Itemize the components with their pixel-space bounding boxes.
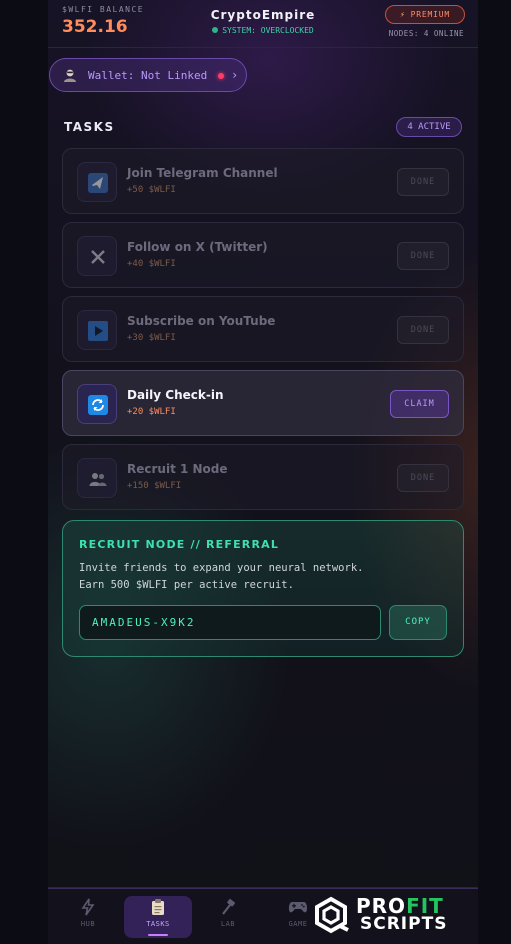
- nodes-status: NODES: 4 ONLINE: [388, 29, 464, 38]
- nav-item-lab[interactable]: LAB: [194, 896, 262, 938]
- premium-label: PREMIUM: [410, 10, 450, 19]
- bolt-icon: [54, 896, 122, 918]
- premium-badge[interactable]: ⚡ PREMIUM: [385, 5, 465, 24]
- task-card-recruit: Recruit 1 Node +150 $WLFI DONE: [62, 444, 464, 510]
- not-linked-dot-icon: [218, 73, 224, 79]
- nav-label: HUB: [80, 920, 96, 928]
- task-reward: +20 $WLFI: [127, 407, 176, 417]
- wallet-label: Wallet: Not Linked: [88, 69, 208, 82]
- tasks-title: TASKS: [64, 120, 115, 134]
- system-status-text: SYSTEM: OVERCLOCKED: [222, 26, 314, 35]
- task-done-button[interactable]: DONE: [397, 168, 449, 196]
- task-done-button[interactable]: DONE: [397, 316, 449, 344]
- task-name: Subscribe on YouTube: [127, 314, 276, 328]
- task-claim-button[interactable]: CLAIM: [390, 390, 449, 418]
- nav-label: LAB: [220, 920, 236, 928]
- chevron-right-icon: ›: [231, 68, 239, 82]
- task-name: Join Telegram Channel: [127, 166, 278, 180]
- referral-code-field[interactable]: AMADEUS-X9K2: [79, 605, 381, 640]
- user-avatar-icon: [64, 69, 76, 82]
- task-done-button[interactable]: DONE: [397, 242, 449, 270]
- referral-description-line1: Invite friends to expand your neural net…: [79, 562, 364, 574]
- bolt-icon: ⚡: [400, 10, 406, 19]
- referral-description-line2: Earn 500 $WLFI per active recruit.: [79, 579, 294, 591]
- task-name: Recruit 1 Node: [127, 462, 228, 476]
- referral-card: RECRUIT NODE // REFERRAL Invite friends …: [62, 520, 464, 657]
- refresh-icon: [77, 384, 117, 424]
- active-indicator: [148, 934, 168, 936]
- task-reward: +150 $WLFI: [127, 481, 182, 491]
- task-reward: +50 $WLFI: [127, 185, 176, 195]
- task-card-daily-checkin: Daily Check-in +20 $WLFI CLAIM: [62, 370, 464, 436]
- x-logo-icon: [77, 236, 117, 276]
- copy-button[interactable]: COPY: [389, 605, 447, 640]
- task-done-button[interactable]: DONE: [397, 464, 449, 492]
- task-card-youtube: Subscribe on YouTube +30 $WLFI DONE: [62, 296, 464, 362]
- profit-scripts-watermark: PROFIT SCRIPTS: [312, 894, 511, 942]
- active-count-badge: 4 ACTIVE: [396, 117, 462, 137]
- nav-item-hub[interactable]: HUB: [54, 896, 122, 938]
- profit-scripts-logo-icon: [315, 896, 349, 934]
- nav-item-tasks[interactable]: TASKS: [124, 896, 192, 938]
- task-card-telegram: Join Telegram Channel +50 $WLFI DONE: [62, 148, 464, 214]
- watermark-bottom-text: SCRIPTS: [360, 914, 448, 934]
- task-name: Daily Check-in: [127, 388, 224, 402]
- task-reward: +40 $WLFI: [127, 259, 176, 269]
- app-frame: $WLFI BALANCE 352.16 CryptoEmpire SYSTEM…: [48, 0, 478, 944]
- hammer-icon: [194, 896, 262, 918]
- task-card-x: Follow on X (Twitter) +40 $WLFI DONE: [62, 222, 464, 288]
- task-reward: +30 $WLFI: [127, 333, 176, 343]
- clipboard-icon: [124, 896, 192, 918]
- wallet-button[interactable]: Wallet: Not Linked ›: [49, 58, 247, 92]
- users-icon: [77, 458, 117, 498]
- play-button-icon: [77, 310, 117, 350]
- referral-title: RECRUIT NODE // REFERRAL: [79, 538, 280, 551]
- telegram-plane-icon: [77, 162, 117, 202]
- task-name: Follow on X (Twitter): [127, 240, 268, 254]
- status-dot-icon: [212, 27, 219, 33]
- top-header: $WLFI BALANCE 352.16 CryptoEmpire SYSTEM…: [48, 0, 478, 48]
- nav-label: TASKS: [146, 920, 170, 928]
